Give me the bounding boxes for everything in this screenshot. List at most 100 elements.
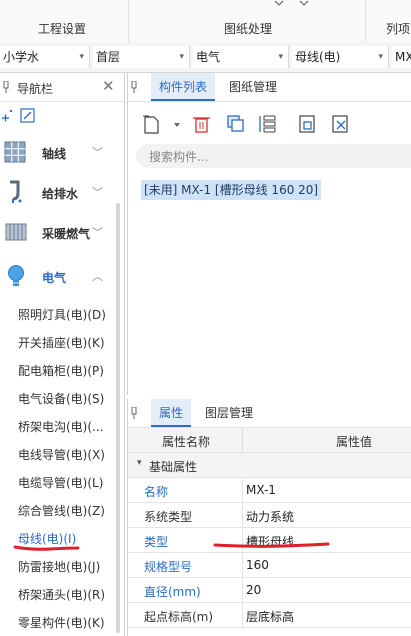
search-input[interactable]: 搜索构件...: [136, 144, 411, 168]
property-row[interactable]: 直径(mm) 20: [128, 578, 411, 603]
project-select-value: 小学水: [3, 50, 40, 64]
copy-icon[interactable]: [227, 115, 244, 132]
ribbon-divider: [128, 0, 129, 42]
grid-icon: [4, 141, 26, 163]
chevron-down-icon: ▾: [378, 52, 383, 62]
chevron-down-icon: ▾: [278, 52, 283, 62]
pin-icon[interactable]: [3, 81, 9, 93]
nav-scrollbar[interactable]: [116, 203, 120, 633]
pin-icon[interactable]: [131, 407, 137, 419]
discipline-select-value: 电气: [196, 50, 221, 64]
component-select[interactable]: MX: [392, 46, 411, 68]
import-icon[interactable]: [299, 115, 315, 133]
nav-toolbar: [2, 108, 35, 123]
export-icon[interactable]: [332, 115, 348, 133]
project-select[interactable]: 小学水 ▾: [0, 46, 90, 68]
property-name: 名称: [144, 485, 169, 499]
ribbon-group-list[interactable]: 列项: [386, 20, 410, 37]
floor-select[interactable]: 首层 ▾: [93, 46, 190, 68]
property-value[interactable]: 160: [246, 558, 269, 572]
chevron-down-icon[interactable]: [272, 0, 312, 8]
properties-pane: 属性 图层管理 属性名称 属性值 ▾ 基础属性 名称 MX-1 系统类型 动力系统 类型…: [127, 399, 411, 636]
layer-copy-icon[interactable]: [259, 115, 276, 133]
pin-icon[interactable]: [131, 81, 137, 93]
chevron-down-icon: ▾: [179, 52, 184, 62]
column-divider: [242, 603, 243, 627]
property-row[interactable]: 系统类型 动力系统: [128, 503, 411, 528]
radiator-icon: [5, 223, 27, 241]
column-divider: [242, 578, 243, 602]
chevron-down-icon: ▾: [79, 52, 84, 62]
component-list-item[interactable]: [未用] MX-1 [槽形母线 160 20]: [141, 180, 322, 200]
collapse-arrow-icon[interactable]: ▾: [137, 458, 142, 468]
ribbon-group-project-settings[interactable]: 工程设置: [38, 20, 86, 37]
nav-item-tray-fitting[interactable]: 桥架通头(电)(R): [18, 586, 105, 603]
add-icon[interactable]: [2, 109, 13, 122]
new-component-icon[interactable]: [143, 115, 180, 134]
property-value[interactable]: 动力系统: [246, 508, 294, 525]
properties-table-header: 属性名称 属性值: [128, 428, 411, 453]
ribbon-divider: [365, 0, 366, 42]
component-item-label: [未用] MX-1 [槽形母线 160 20]: [144, 183, 319, 197]
pipe-icon: [10, 180, 22, 203]
tab-properties[interactable]: 属性: [151, 399, 191, 427]
column-divider: [242, 478, 243, 502]
property-value[interactable]: 20: [246, 583, 261, 597]
nav-category-label: 采暖燃气: [42, 227, 91, 241]
tab-drawing-management[interactable]: 图纸管理: [229, 73, 277, 101]
discipline-select[interactable]: 电气 ▾: [193, 46, 289, 68]
tab-layer-management[interactable]: 图层管理: [205, 399, 253, 427]
nav-item-lighting[interactable]: 照明灯具(电)(D): [18, 306, 106, 323]
edit-icon[interactable]: [20, 108, 35, 123]
property-row[interactable]: 名称 MX-1: [128, 478, 411, 503]
property-row[interactable]: 规格型号 160: [128, 553, 411, 578]
delete-icon[interactable]: [193, 117, 210, 133]
component-toolbar: [143, 115, 348, 134]
tab-component-list[interactable]: 构件列表: [151, 73, 215, 101]
property-value[interactable]: 层底标高: [246, 608, 294, 625]
column-divider: [242, 503, 243, 527]
nav-category-axis[interactable]: 轴线 ﹀: [0, 133, 117, 173]
divider: [128, 101, 411, 102]
floor-selector-bar: 小学水 ▾ 首层 ▾ 电气 ▾ 母线(电) ▾ MX: [0, 42, 411, 73]
property-name: 起点标高(m): [144, 610, 214, 624]
nav-item-combined-pipeline[interactable]: 综合管线(电)(Z): [18, 502, 105, 519]
nav-category-heating-gas[interactable]: 采暖燃气 ﹀: [0, 213, 117, 253]
property-name: 规格型号: [144, 560, 193, 574]
nav-item-lightning-grounding[interactable]: 防雷接地(电)(J): [18, 558, 100, 575]
annotation-underline: [213, 542, 330, 548]
property-name: 系统类型: [144, 510, 193, 524]
nav-item-cable-conduit[interactable]: 电缆导管(电)(L): [18, 474, 103, 491]
ribbon-group-drawing-process[interactable]: 图纸处理: [224, 20, 272, 37]
chevron-down-icon: ﹀: [92, 146, 103, 159]
ribbon-group-bar: 工程设置 图纸处理 列项: [0, 0, 411, 43]
component-type-select-value: 母线(电): [295, 50, 341, 64]
component-type-select[interactable]: 母线(电) ▾: [292, 46, 389, 68]
property-group-row[interactable]: ▾ 基础属性: [128, 453, 411, 478]
nav-category-electrical[interactable]: 电气 ︿: [0, 257, 117, 297]
tab-label: 图层管理: [205, 406, 254, 420]
component-select-value: MX: [395, 50, 411, 64]
nav-category-label: 电气: [42, 271, 67, 285]
close-icon[interactable]: ✕: [102, 77, 115, 95]
nav-category-label: 轴线: [42, 147, 67, 161]
column-header-value: 属性值: [336, 435, 373, 449]
nav-item-switch-socket[interactable]: 开关插座(电)(K): [18, 334, 105, 351]
floor-select-value: 首层: [96, 50, 121, 64]
nav-item-distribution-box[interactable]: 配电箱柜(电)(P): [18, 362, 104, 379]
component-list-pane: 构件列表 图纸管理 搜索构件... [未用] MX-1 [槽形母线 160 20…: [127, 73, 411, 395]
nav-item-wire-conduit[interactable]: 电线导管(电)(X): [18, 446, 105, 463]
property-group-label: 基础属性: [149, 460, 198, 474]
nav-title: 导航栏: [17, 82, 54, 96]
nav-item-cable-tray[interactable]: 桥架电沟(电)(...: [18, 418, 104, 435]
nav-item-misc-component[interactable]: 零星构件(电)(K): [18, 614, 105, 631]
nav-item-electrical-equipment[interactable]: 电气设备(电)(S): [18, 390, 104, 407]
property-value[interactable]: MX-1: [246, 483, 276, 497]
column-divider: [242, 553, 243, 577]
property-row[interactable]: 起点标高(m) 层底标高: [128, 603, 411, 628]
nav-category-plumbing[interactable]: 给排水 ﹀: [0, 173, 117, 213]
navigation-panel: 导航栏 ✕ 轴线 ﹀ 给排水 ﹀ 采暖燃气 ﹀ 电气 ︿ 照明灯具(电)(D) …: [0, 73, 125, 636]
tab-label: 构件列表: [158, 80, 207, 94]
column-divider: [242, 428, 243, 452]
annotation-underline: [13, 545, 80, 551]
